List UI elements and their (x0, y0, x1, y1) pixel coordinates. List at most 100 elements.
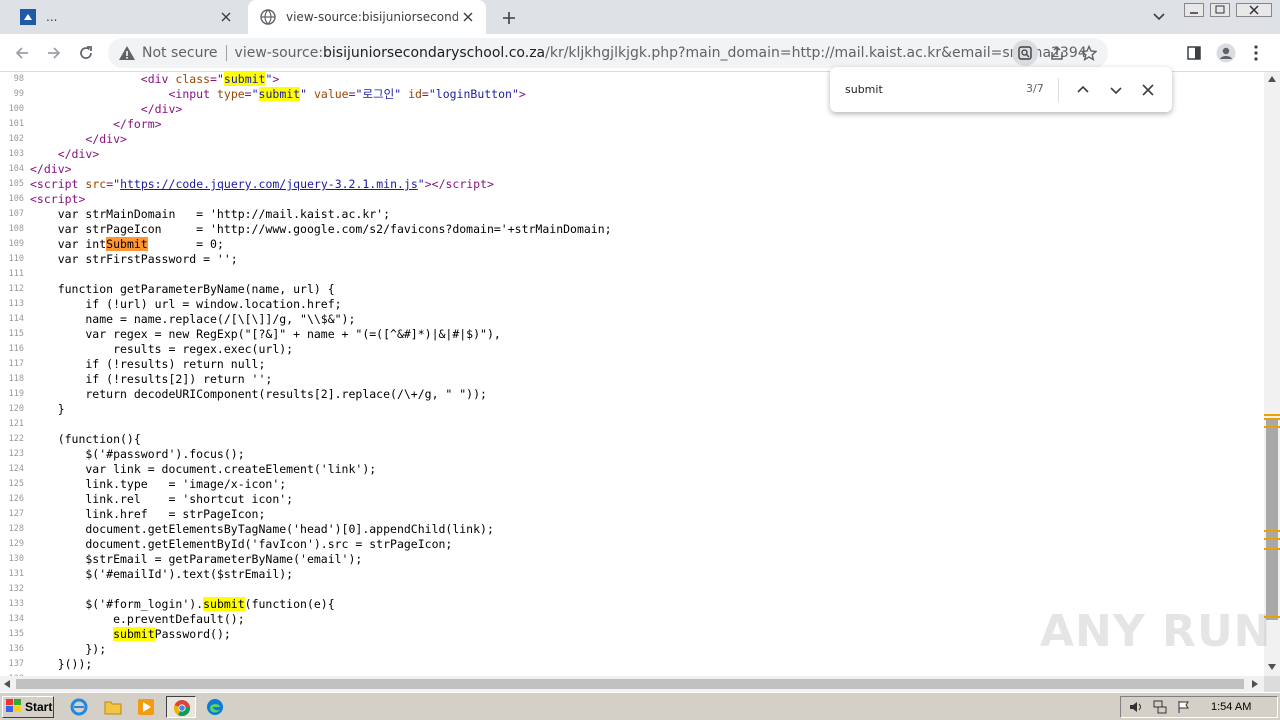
close-window-button[interactable] (1236, 2, 1272, 17)
warning-icon (119, 46, 135, 60)
tab-1[interactable]: ... (8, 0, 244, 34)
start-button[interactable]: Start (2, 696, 54, 718)
minimize-button[interactable] (1184, 2, 1204, 17)
source-line: 130 $strEmail = getParameterByName('emai… (0, 552, 1264, 567)
find-close-button[interactable] (1136, 78, 1160, 102)
tab-close-icon[interactable] (216, 7, 236, 27)
scroll-up-icon[interactable] (1268, 76, 1276, 82)
line-code: if (!url) url = window.location.href; (30, 297, 342, 311)
line-code: document.getElementsByTagName('head')[0]… (30, 522, 494, 536)
reload-button[interactable] (74, 41, 98, 65)
line-number: 112 (8, 284, 24, 294)
source-line: 131 $('#emailId').text($strEmail); (0, 567, 1264, 582)
back-button[interactable] (10, 41, 34, 65)
line-code: var link = document.createElement('link'… (30, 462, 377, 476)
omnibox-actions (1012, 38, 1108, 68)
tab-2[interactable]: view-source:bisijuniorsecondaryscho (248, 0, 486, 34)
media-icon[interactable] (135, 697, 157, 717)
find-input[interactable] (845, 81, 1015, 97)
source-line: 106 <script> (0, 192, 1264, 207)
source-line: 129 document.getElementById('favIcon').s… (0, 537, 1264, 552)
match-marker (1264, 426, 1280, 428)
source-line: 123 $('#password').focus(); (0, 447, 1264, 462)
line-code: if (!results) return null; (30, 357, 266, 371)
source-line: 118 if (!results[2]) return ''; (0, 372, 1264, 387)
line-code: (function(){ (30, 432, 141, 446)
source-line: 110 var strFirstPassword = ''; (0, 252, 1264, 267)
line-code: $('#emailId').text($strEmail); (30, 567, 294, 581)
source-line: 111 (0, 267, 1264, 282)
source-line: 113 if (!url) url = window.location.href… (0, 297, 1264, 312)
line-code: var regex = new RegExp("[?&]" + name + "… (30, 327, 501, 341)
address-bar[interactable]: Not secure view-source:bisijuniorseconda… (108, 38, 1108, 68)
line-code: </form> (113, 117, 162, 131)
new-tab-button[interactable] (498, 7, 520, 29)
line-code: } (30, 402, 65, 416)
source-line: 119 return decodeURIComponent(results[2]… (0, 387, 1264, 402)
maximize-button[interactable] (1210, 2, 1230, 17)
line-number: 118 (8, 374, 24, 384)
line-number: 126 (8, 494, 24, 504)
line-number: 119 (8, 389, 24, 399)
scroll-left-icon[interactable] (4, 680, 10, 688)
source-line: 105 <script src="https://code.jquery.com/… (0, 177, 1264, 192)
line-code: name = name.replace(/[\[\]]/g, "\\$&"); (30, 312, 356, 326)
edge-icon[interactable] (204, 697, 226, 717)
line-code: <script> (30, 192, 86, 206)
source-line: 108 var strPageIcon = 'http://www.google… (0, 222, 1264, 237)
source-line: 114 name = name.replace(/[\[\]]/g, "\\$&… (0, 312, 1264, 327)
forward-button[interactable] (42, 41, 66, 65)
scrollbar-corner (1264, 676, 1280, 692)
menu-icon[interactable] (1244, 41, 1268, 65)
source-line: 127 link.href = strPageIcon; (0, 507, 1264, 522)
search-icon[interactable] (1012, 40, 1038, 66)
security-label[interactable]: Not secure (142, 45, 218, 61)
horizontal-scroll-thumb[interactable] (16, 679, 1244, 689)
line-number: 120 (8, 404, 24, 414)
tab-close-icon[interactable] (458, 7, 478, 27)
chrome-taskbar-button[interactable] (166, 696, 196, 718)
flag-icon[interactable] (1175, 698, 1193, 716)
line-number: 133 (8, 599, 24, 609)
vertical-scrollbar[interactable] (1264, 72, 1280, 676)
line-code: $strEmail = getParameterByName('email'); (30, 552, 363, 566)
scroll-right-icon[interactable] (1252, 680, 1258, 688)
line-code: results = regex.exec(url); (30, 342, 294, 356)
line-code: submitPassword(); (113, 627, 231, 641)
match-marker (1264, 414, 1280, 416)
tab-search-icon[interactable] (1152, 9, 1166, 28)
source-line: 137 }()); (0, 657, 1264, 672)
profile-icon[interactable] (1214, 41, 1238, 65)
url-text[interactable]: view-source:bisijuniorsecondaryschool.co… (235, 45, 1085, 61)
line-code: $('#password').focus(); (30, 447, 245, 461)
vertical-scroll-thumb[interactable] (1266, 420, 1278, 620)
source-line: 126 link.rel = 'shortcut icon'; (0, 492, 1264, 507)
line-code: function getParameterByName(name, url) { (30, 282, 335, 296)
tab-strip: ... view-source:bisijuniorsecondaryscho (0, 0, 1280, 34)
source-view[interactable]: 98 <div class="submit"> 99 <input type="s… (0, 72, 1264, 676)
network-icon[interactable] (1151, 698, 1169, 716)
start-label: Start (25, 700, 53, 714)
find-next-button[interactable] (1104, 78, 1128, 102)
line-number: 106 (8, 194, 24, 204)
line-number: 107 (8, 209, 24, 219)
line-number: 108 (8, 224, 24, 234)
ie-icon[interactable] (68, 697, 90, 717)
match-marker (1264, 548, 1280, 550)
line-number: 102 (8, 134, 24, 144)
share-icon[interactable] (1044, 40, 1070, 66)
horizontal-scrollbar[interactable] (0, 676, 1264, 692)
sidepanel-icon[interactable] (1182, 41, 1206, 65)
url-path: /kr/kljkhgjlkjgk.php?main_domain=http://… (545, 45, 1085, 61)
match-marker (1264, 418, 1280, 420)
source-line: 128 document.getElementsByTagName('head'… (0, 522, 1264, 537)
source-line: 124 var link = document.createElement('l… (0, 462, 1264, 477)
page-favicon-icon (20, 9, 36, 25)
speaker-icon[interactable] (1127, 698, 1145, 716)
line-code: var strMainDomain = 'http://mail.kaist.a… (30, 207, 391, 221)
scroll-down-icon[interactable] (1268, 664, 1276, 670)
find-previous-button[interactable] (1071, 78, 1095, 102)
line-code: link.href = strPageIcon; (30, 507, 266, 521)
star-icon[interactable] (1076, 40, 1102, 66)
folder-icon[interactable] (102, 697, 124, 717)
